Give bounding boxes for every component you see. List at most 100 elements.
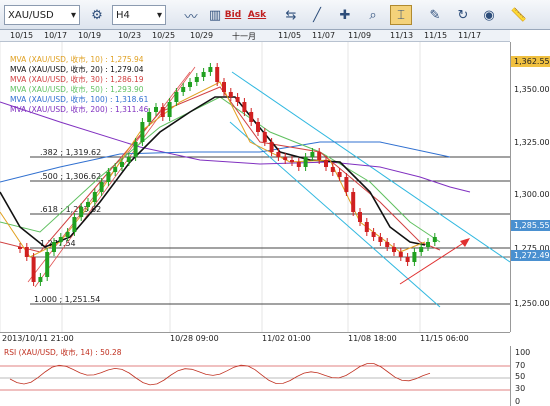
rsi-tick-label: 100 — [515, 348, 530, 357]
candle-body — [378, 237, 383, 242]
crosshair-icon[interactable]: ✚ — [334, 5, 356, 25]
candle-body — [276, 152, 281, 157]
top-axis-label: 11/05 — [278, 31, 302, 40]
candle-body — [262, 132, 267, 142]
candle-body — [432, 237, 437, 242]
candle-body — [256, 122, 260, 132]
bid-button[interactable]: Bid — [222, 5, 244, 25]
top-axis-label: 11/09 — [348, 31, 372, 40]
bottom-axis-label: 11/15 06:00 — [420, 334, 469, 343]
price-tick-label: 1,350.00 — [514, 85, 550, 94]
bottom-axis-label: 10/28 09:00 — [170, 334, 219, 343]
timeframe-select[interactable]: H4 ▾ — [112, 5, 166, 25]
candle-body — [235, 97, 240, 102]
top-axis-label: 11/15 — [424, 31, 448, 40]
refresh-icon[interactable]: ↻ — [452, 5, 474, 25]
chevron-down-icon: ▾ — [156, 9, 162, 21]
candle-body — [242, 102, 247, 112]
ask-button[interactable]: Ask — [246, 5, 268, 25]
candle-body — [215, 67, 220, 82]
candle-body — [24, 247, 29, 257]
candle-body — [405, 257, 410, 262]
candle-body — [18, 247, 22, 249]
candle-body — [194, 77, 199, 82]
candle-body — [106, 172, 111, 182]
candle-body — [79, 207, 84, 217]
chevron-down-icon: ▾ — [70, 9, 76, 21]
top-axis-label: 10/15 — [10, 31, 34, 40]
candle-body — [99, 182, 104, 192]
price-axis: 1,362.55 1,350.00 1,325.00 1,300.00 1,285.55… — [510, 42, 550, 332]
top-axis-label: 11/13 — [390, 31, 414, 40]
price-tick-label: 1,250.00 — [514, 299, 550, 308]
chart-settings-icon[interactable]: ⚙ — [86, 5, 108, 25]
symbol-select[interactable]: XAU/USD ▾ — [4, 5, 80, 25]
candle-body — [269, 142, 274, 152]
candle-body — [290, 160, 294, 162]
price-tick-label: 1,362.55 — [514, 57, 550, 66]
rsi-tick-label: 0 — [515, 397, 520, 406]
bottom-time-axis: 2013/10/11 21:00 10/28 09:00 11/02 01:00 11… — [0, 332, 510, 344]
candle-body — [392, 247, 396, 252]
fib-label: .382 ; 1,319.62 — [40, 148, 101, 157]
candle-body — [174, 92, 179, 102]
candle-body — [303, 157, 308, 167]
globe-icon[interactable]: ◉ — [478, 5, 500, 25]
fib-label: .618 ; 1,293.62 — [40, 205, 101, 214]
scroll-icon[interactable]: ⇆ — [280, 5, 302, 25]
ruler-icon[interactable]: 📏 — [508, 5, 530, 25]
candle-body — [86, 202, 90, 207]
symbol-label: XAU/USD — [8, 9, 54, 21]
candle-body — [324, 160, 328, 167]
candle-body — [140, 122, 145, 142]
candle-body — [351, 192, 356, 212]
price-tick-label: 1,325.00 — [514, 138, 550, 147]
candle-body — [296, 162, 301, 167]
candle-body — [52, 242, 56, 252]
top-time-axis: 10/15 10/17 10/19 10/23 10/25 10/29 十一月 11/05 11… — [0, 30, 510, 42]
candle-body — [126, 157, 131, 162]
candle-body — [371, 232, 376, 237]
candle-body — [201, 72, 206, 77]
legend-entry: MVA (XAU/USD, 收市, 200) : 1,311.46 — [10, 105, 149, 114]
top-axis-label: 10/23 — [118, 31, 142, 40]
candle-body — [344, 177, 349, 192]
fib-label: 1.000 ; 1,251.54 — [34, 295, 100, 304]
candle-body — [317, 152, 322, 160]
candle-body — [337, 172, 342, 177]
candle-body — [120, 162, 124, 167]
candle-body — [31, 257, 36, 282]
rsi-tick-label: 50 — [515, 372, 525, 381]
fibonacci-tool-icon[interactable]: ⌶ — [390, 5, 412, 25]
candle-body — [412, 252, 417, 262]
candle-body — [45, 252, 50, 277]
line-tool-icon[interactable]: ╱ — [306, 5, 328, 25]
candle-body — [181, 87, 186, 92]
note-icon[interactable]: ✎ — [424, 5, 446, 25]
top-axis-label: 10/19 — [78, 31, 102, 40]
candle-body — [419, 247, 424, 252]
bottom-axis-label: 11/08 18:00 — [348, 334, 397, 343]
candle-body — [426, 242, 430, 247]
timeframe-label: H4 — [116, 9, 130, 21]
candle-body — [38, 277, 43, 282]
candle-body — [222, 82, 226, 92]
bottom-axis-label: 2013/10/11 21:00 — [2, 334, 74, 343]
candle-body — [228, 92, 233, 97]
candle-body — [310, 152, 315, 157]
candle-body — [133, 142, 138, 157]
top-axis-label: 10/29 — [190, 31, 214, 40]
candle-body — [364, 222, 369, 232]
price-tick-label: 1,272.49 — [514, 251, 550, 260]
rsi-pane[interactable]: RSI (XAU/USD, 收市, 14) : 50.28 — [0, 346, 510, 406]
top-axis-label: 10/17 — [44, 31, 68, 40]
top-axis-label: 11/17 — [458, 31, 482, 40]
zoom-icon[interactable]: ⌕ — [362, 5, 384, 25]
candle-body — [249, 112, 254, 122]
candle-body — [160, 107, 165, 117]
indicator-icon[interactable]: 〰 — [180, 5, 202, 25]
rsi-tick-label: 70 — [515, 361, 525, 370]
candle-body — [188, 82, 192, 87]
candle-body — [72, 217, 77, 232]
candle-body — [385, 242, 390, 247]
